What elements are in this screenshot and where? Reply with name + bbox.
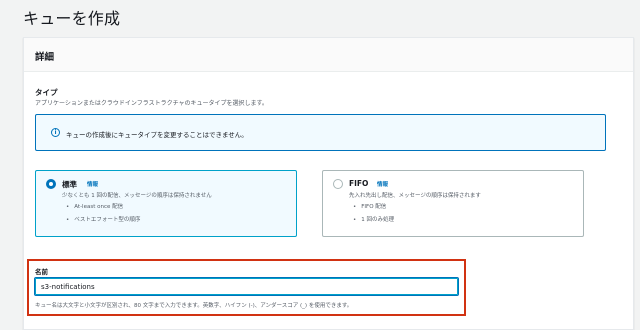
queue-name-label: 名前 — [35, 268, 48, 276]
fifo-info-link[interactable]: 情報 — [377, 180, 388, 188]
fifo-feature-list: FIFO 配信 1 回のみ処理 — [353, 202, 394, 228]
info-icon: i — [51, 128, 60, 137]
standard-feature-list: At-least once 配信 ベストエフォート型の順序 — [66, 202, 140, 228]
details-panel: 詳細 タイプ アプリケーションまたはクラウドインフラストラクチャのキュータイプを… — [23, 37, 634, 330]
queue-name-section: 名前 キュー名は大文字と小文字が区別され、80 文字まで入力できます。英数字、ハ… — [27, 259, 466, 316]
list-item: FIFO 配信 — [353, 202, 394, 210]
queue-name-input[interactable] — [34, 277, 459, 296]
fifo-description: 先入れ先出し配信、メッセージの順序は保持されます — [349, 193, 481, 199]
list-item: 1 回のみ処理 — [353, 215, 394, 223]
info-alert-text: キューの作成後にキュータイプを変更することはできません。 — [66, 131, 248, 139]
queue-type-description: アプリケーションまたはクラウドインフラストラクチャのキュータイプを選択します。 — [35, 100, 268, 107]
standard-description: 少なくとも 1 回の配信、メッセージの順序は保持されません — [62, 193, 212, 199]
page-title: キューを作成 — [23, 9, 121, 28]
standard-info-link[interactable]: 情報 — [87, 180, 98, 188]
list-item: ベストエフォート型の順序 — [66, 215, 140, 223]
queue-name-hint: キュー名は大文字と小文字が区別され、80 文字まで入力できます。英数字、ハイフン… — [35, 303, 353, 309]
queue-type-standard-card[interactable]: 標準 情報 少なくとも 1 回の配信、メッセージの順序は保持されません At-l… — [35, 170, 297, 237]
list-item: At-least once 配信 — [66, 202, 140, 210]
details-panel-header: 詳細 — [24, 38, 633, 72]
fifo-radio[interactable] — [333, 179, 343, 189]
queue-type-label: タイプ — [35, 88, 58, 97]
info-alert: i キューの作成後にキュータイプを変更することはできません。 — [35, 114, 606, 151]
queue-type-fifo-card[interactable]: FIFO 情報 先入れ先出し配信、メッセージの順序は保持されます FIFO 配信… — [322, 170, 584, 237]
fifo-title: FIFO — [349, 179, 369, 188]
standard-radio[interactable] — [46, 179, 56, 189]
standard-title: 標準 — [62, 180, 77, 189]
